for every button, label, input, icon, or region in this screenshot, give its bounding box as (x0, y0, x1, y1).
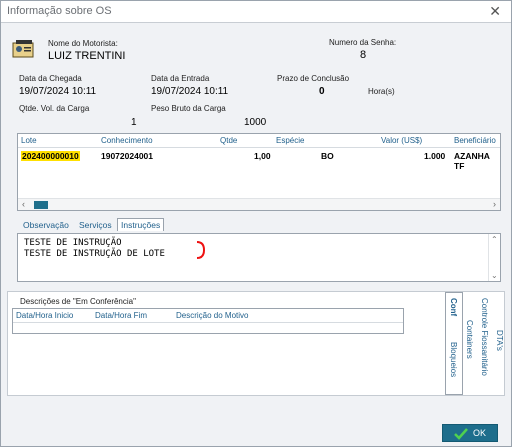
deadline-unit: Hora(s) (368, 87, 395, 96)
scroll-down-icon[interactable]: ⌄ (491, 271, 498, 280)
info-os-window: Informação sobre OS ✕ Nome do Motorista:… (0, 0, 512, 447)
side-tab-controle[interactable]: Controle Fiossanitário (480, 298, 489, 376)
col-conhecimento[interactable]: Conhecimento (101, 136, 153, 145)
col-qtde[interactable]: Qtde (220, 136, 237, 145)
scroll-left-icon[interactable]: ‹ (22, 199, 25, 209)
col-fim[interactable]: Data/Hora Fim (95, 311, 147, 320)
lots-horizontal-scrollbar[interactable]: ‹ › (18, 198, 500, 210)
window-title: Informação sobre OS (7, 5, 112, 17)
volumes-label: Qtde. Vol. da Carga (19, 104, 90, 113)
tab-observacao[interactable]: Observação (23, 220, 69, 230)
title-bar: Informação sobre OS ✕ (1, 1, 511, 23)
cell-valor: 1.000 (424, 151, 446, 161)
tab-servicos[interactable]: Serviços (79, 220, 112, 230)
side-tab-containers[interactable]: Containers (465, 320, 474, 359)
deadline-value: 0 (319, 86, 325, 97)
side-tab-bloqueios[interactable]: Bloqueios (449, 342, 458, 377)
cell-qtde: 1,00 (254, 151, 271, 161)
col-especie[interactable]: Espécie (276, 136, 304, 145)
cell-lote: 202400000010 (21, 151, 80, 161)
instructions-textarea[interactable]: TESTE DE INSTRUÇÃO TESTE DE INSTRUÇÃO DE… (17, 234, 501, 282)
driver-card-icon (12, 40, 34, 58)
side-tab-conf[interactable]: Conf (449, 298, 458, 316)
conference-table[interactable]: Data/Hora Inicio Data/Hora Fim Descrição… (12, 308, 404, 334)
password-value: 8 (360, 49, 367, 61)
lots-table-header: Lote Conhecimento Qtde Espécie Valor (US… (18, 134, 500, 148)
lots-table[interactable]: Lote Conhecimento Qtde Espécie Valor (US… (17, 133, 501, 211)
instructions-scrollbar[interactable]: ⌃ ⌄ (488, 234, 500, 281)
scroll-thumb[interactable] (34, 201, 48, 209)
instruction-line-2: TESTE DE INSTRUÇÃO DE LOTE (24, 249, 165, 259)
cell-especie: BO (321, 151, 334, 161)
driver-name: LUIZ TRENTINI (48, 50, 126, 62)
tab-instrucoes[interactable]: Instruções (117, 218, 165, 231)
col-lote[interactable]: Lote (21, 136, 37, 145)
col-beneficiario[interactable]: Beneficiário (454, 136, 496, 145)
check-icon (454, 428, 468, 440)
header-divider (13, 322, 403, 323)
deadline-label: Prazo de Conclusão (277, 74, 350, 83)
conference-title: Descrições de "Em Conferência" (20, 297, 136, 306)
close-icon[interactable]: ✕ (489, 3, 501, 20)
driver-label: Nome do Motorista: (48, 39, 118, 48)
cell-beneficiario: AZANHA TF (454, 151, 490, 171)
scroll-right-icon[interactable]: › (493, 199, 496, 209)
cell-conhecimento: 19072024001 (101, 151, 154, 161)
ok-button[interactable]: OK (442, 424, 498, 442)
entry-label: Data da Entrada (151, 74, 210, 83)
ok-label: OK (473, 428, 487, 438)
entry-value: 19/07/2024 10:11 (151, 86, 229, 97)
conference-panel: Descrições de "Em Conferência" Data/Hora… (7, 291, 505, 396)
volumes-value: 1 (131, 117, 137, 128)
col-valor[interactable]: Valor (US$) (381, 136, 422, 145)
instruction-line-1: TESTE DE INSTRUÇÃO (24, 238, 122, 248)
scroll-up-icon[interactable]: ⌃ (491, 235, 498, 244)
weight-value: 1000 (244, 117, 267, 128)
red-bracket-mark (196, 241, 206, 259)
col-inicio[interactable]: Data/Hora Inicio (16, 311, 73, 320)
arrival-label: Data da Chegada (19, 74, 82, 83)
arrival-value: 19/07/2024 10:11 (19, 86, 97, 97)
weight-label: Peso Bruto da Carga (151, 104, 226, 113)
side-tab-dtas[interactable]: DTA's (495, 330, 504, 351)
password-label: Numero da Senha: (329, 38, 397, 47)
col-motivo[interactable]: Descrição do Motivo (176, 311, 248, 320)
